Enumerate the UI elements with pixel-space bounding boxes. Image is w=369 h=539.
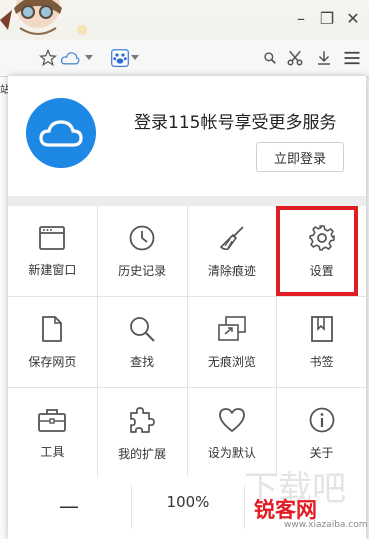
menu-item-label: 新建窗口 (28, 262, 77, 277)
login-section: 登录115帐号享受更多服务 立即登录 (8, 76, 366, 196)
menu-item-incognito[interactable]: 无痕浏览 (187, 297, 277, 387)
history-clock-icon (129, 225, 155, 250)
menu-item-label: 历史记录 (118, 263, 167, 278)
menu-item-bookmarks[interactable]: 书签 (277, 297, 366, 387)
menu-item-find[interactable]: 查找 (97, 297, 187, 387)
zoom-bar: — 100% (8, 477, 366, 539)
heart-icon (218, 407, 245, 432)
login-button[interactable]: 立即登录 (256, 142, 344, 172)
menu-item-label: 工具 (40, 444, 65, 459)
minimize-icon[interactable]: – (290, 8, 312, 30)
menu-item-label: 书签 (309, 354, 334, 369)
title-bar: – ❐ ✕ (0, 0, 369, 40)
menu-item-settings[interactable]: 设置 (277, 206, 366, 296)
toolbox-icon (38, 408, 67, 432)
menu-item-label: 保存网页 (28, 354, 77, 369)
menu-item-label: 设置 (309, 263, 334, 278)
new-window-icon (39, 225, 66, 250)
menu-item-clear-traces[interactable]: 清除痕迹 (187, 206, 277, 296)
menu-item-label: 清除痕迹 (207, 263, 256, 278)
zoom-divider (244, 485, 245, 529)
menu-item-label: 关于 (309, 445, 334, 460)
info-icon (309, 407, 335, 432)
gear-icon (308, 224, 335, 251)
login-prompt-text: 登录115帐号享受更多服务 (134, 113, 337, 133)
cloud-avatar-icon[interactable] (26, 98, 96, 168)
star-icon[interactable] (36, 46, 60, 70)
cloud-sync-icon[interactable] (58, 46, 82, 70)
restore-icon[interactable]: ❐ (316, 8, 338, 30)
theme-mascot-image (0, 0, 87, 35)
browser-toolbar (0, 40, 369, 77)
zoom-level: 100% (166, 493, 210, 511)
menu-item-save-page[interactable]: 保存网页 (8, 297, 97, 387)
scissors-icon[interactable] (283, 46, 307, 70)
chevron-down-icon[interactable] (128, 46, 142, 70)
menu-item-set-default[interactable]: 设为默认 (187, 388, 277, 478)
incognito-window-icon (218, 315, 246, 341)
menu-item-tools[interactable]: 工具 (8, 388, 97, 478)
search-icon[interactable] (258, 46, 282, 70)
save-page-icon (42, 315, 63, 342)
menu-item-about[interactable]: 关于 (277, 388, 366, 478)
close-icon[interactable]: ✕ (342, 8, 364, 30)
menu-item-label: 我的扩展 (118, 446, 167, 461)
main-menu-panel: 登录115帐号享受更多服务 立即登录 新建窗口 历史记录 清除痕迹 设置 保存网… (8, 76, 366, 539)
menu-item-label: 无痕浏览 (207, 354, 256, 369)
chevron-down-icon[interactable] (82, 46, 96, 70)
search-icon (130, 316, 155, 342)
zoom-out-button[interactable]: — (48, 493, 90, 519)
menu-item-extensions[interactable]: 我的扩展 (97, 388, 187, 478)
puzzle-icon (130, 406, 155, 433)
menu-item-new-window[interactable]: 新建窗口 (8, 206, 97, 296)
bookmark-icon (310, 315, 333, 342)
menu-item-label: 设为默认 (207, 445, 256, 460)
menu-item-label: 查找 (130, 354, 155, 369)
broom-icon (219, 225, 244, 250)
menu-item-history[interactable]: 历史记录 (97, 206, 187, 296)
browser-window: – ❐ ✕ 站 登录115帐号享受更多服务 立即登录 新建窗口 历史记录 清除痕… (0, 0, 369, 539)
download-icon[interactable] (312, 46, 336, 70)
menu-icon[interactable] (340, 46, 364, 70)
menu-grid: 新建窗口 历史记录 清除痕迹 设置 保存网页 查找 无痕浏览 书签 工具 我的扩… (8, 206, 366, 478)
